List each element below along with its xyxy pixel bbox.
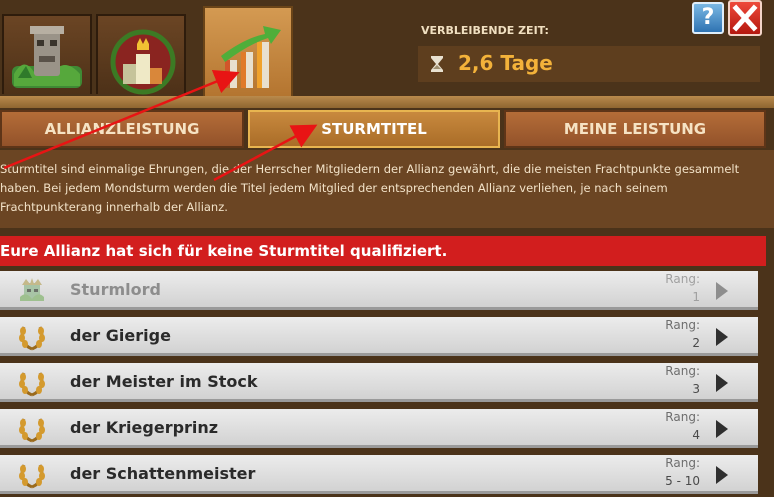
title-row-sturmlord[interactable]: Sturmlord Rang: 1 <box>0 271 758 310</box>
title-name: der Kriegerprinz <box>70 418 219 437</box>
tiki-statue-icon <box>12 26 82 88</box>
chevron-right-icon[interactable] <box>714 465 730 485</box>
rank-value: 3 <box>692 382 700 396</box>
title-row-der-gierige[interactable]: der Gierige Rang: 2 <box>0 317 758 356</box>
rank-value: 5 - 10 <box>665 474 700 488</box>
remaining-time-label: VERBLEIBENDE ZEIT: <box>421 24 549 37</box>
title-name: der Gierige <box>70 326 171 345</box>
my-performance-icon-tab[interactable] <box>203 6 293 96</box>
laurel-wreath-icon <box>19 418 45 443</box>
chevron-right-icon[interactable] <box>714 419 730 439</box>
storm-titles-window: VERBLEIBENDE ZEIT: 2,6 Tage ? ALLIANZLEI… <box>0 0 774 497</box>
not-qualified-banner: Eure Allianz hat sich für keine Sturmtit… <box>0 236 766 266</box>
remaining-time-value: 2,6 Tage <box>458 51 553 75</box>
rank-label: Rang: <box>665 318 700 332</box>
close-button[interactable] <box>728 0 762 36</box>
rank-label: Rang: <box>665 456 700 470</box>
laurel-wreath-icon <box>19 326 45 351</box>
rank-value: 4 <box>692 428 700 442</box>
storm-titles-description: Sturmtitel sind einmalige Ehrungen, die … <box>0 150 774 228</box>
chevron-right-icon[interactable] <box>714 327 730 347</box>
rank-label: Rang: <box>665 272 700 286</box>
tab-storm-titles[interactable]: STURMTITEL <box>248 110 500 148</box>
title-name: der Meister im Stock <box>70 372 258 391</box>
chevron-right-icon[interactable] <box>714 281 730 301</box>
close-icon <box>732 4 758 32</box>
hourglass-icon <box>431 56 443 72</box>
tab-separator <box>0 96 774 108</box>
laurel-wreath-icon <box>19 372 45 397</box>
tab-alliance-performance[interactable]: ALLIANZLEISTUNG <box>0 110 244 148</box>
alliance-performance-tab[interactable] <box>2 14 92 94</box>
rank-label: Rang: <box>665 364 700 378</box>
chevron-right-icon[interactable] <box>714 373 730 393</box>
rank-value: 1 <box>692 290 700 304</box>
title-name: Sturmlord <box>70 280 161 299</box>
rank-label: Rang: <box>665 410 700 424</box>
title-row-der-kriegerprinz[interactable]: der Kriegerprinz Rang: 4 <box>0 409 758 448</box>
title-row-der-meister-im-stock[interactable]: der Meister im Stock Rang: 3 <box>0 363 758 402</box>
tiki-crown-icon <box>20 278 44 301</box>
rank-value: 2 <box>692 336 700 350</box>
title-row-der-schattenmeister[interactable]: der Schattenmeister Rang: 5 - 10 <box>0 455 758 494</box>
title-name: der Schattenmeister <box>70 464 256 483</box>
help-button[interactable]: ? <box>692 2 724 34</box>
remaining-time-box: 2,6 Tage <box>418 46 760 82</box>
growth-chart-icon <box>221 26 281 88</box>
laurel-wreath-icon <box>19 464 45 489</box>
storm-titles-icon-tab[interactable] <box>96 14 186 95</box>
tab-my-performance[interactable]: MEINE LEISTUNG <box>504 110 766 148</box>
podium-icon <box>110 29 176 95</box>
